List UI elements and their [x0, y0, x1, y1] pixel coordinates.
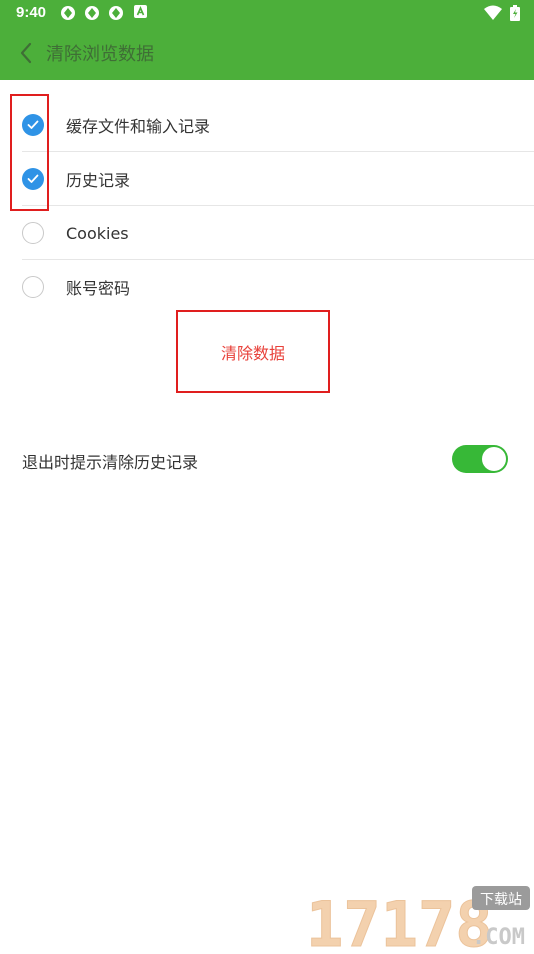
svg-text:下载站: 下载站 [480, 892, 522, 908]
option-cache[interactable]: 缓存文件和输入记录 [22, 98, 534, 152]
highlight-box-checkboxes [10, 94, 49, 211]
option-passwords[interactable]: 账号密码 [22, 260, 534, 314]
status-bar: 9:40 [0, 0, 534, 26]
status-time: 9:40 [16, 4, 47, 21]
exit-prompt-setting: 退出时提示清除历史记录 [22, 440, 512, 482]
watermark-logo-graphic: 17178 下载站 .COM [306, 886, 530, 954]
app-bar: 9:40 清除浏览数据 [0, 0, 534, 80]
a-badge-icon [134, 5, 147, 18]
svg-text:.COM: .COM [472, 925, 525, 950]
page-title: 清除浏览数据 [46, 44, 154, 65]
chevron-left-icon [20, 42, 32, 64]
option-label: 缓存文件和输入记录 [66, 117, 211, 136]
highlight-box-clear-button [176, 310, 330, 393]
option-label: Cookies [66, 223, 129, 243]
toggle-knob [482, 447, 506, 471]
option-label: 历史记录 [66, 171, 131, 190]
sync-icon [85, 6, 99, 20]
checkbox-passwords[interactable] [22, 276, 44, 298]
option-cookies[interactable]: Cookies [22, 206, 534, 260]
exit-prompt-label: 退出时提示清除历史记录 [22, 453, 199, 472]
watermark-logo: 17178 下载站 .COM [304, 884, 534, 954]
sync-icon [109, 6, 123, 20]
svg-text:17178: 17178 [306, 888, 493, 950]
back-button[interactable] [8, 34, 44, 72]
option-label: 账号密码 [66, 279, 131, 298]
option-history[interactable]: 历史记录 [22, 152, 534, 206]
checkbox-cookies[interactable] [22, 222, 44, 244]
exit-prompt-toggle[interactable] [452, 445, 508, 473]
wifi-icon [484, 5, 502, 20]
sync-icon [61, 6, 75, 20]
toolbar: 清除浏览数据 [0, 26, 534, 80]
battery-icon [510, 5, 520, 21]
